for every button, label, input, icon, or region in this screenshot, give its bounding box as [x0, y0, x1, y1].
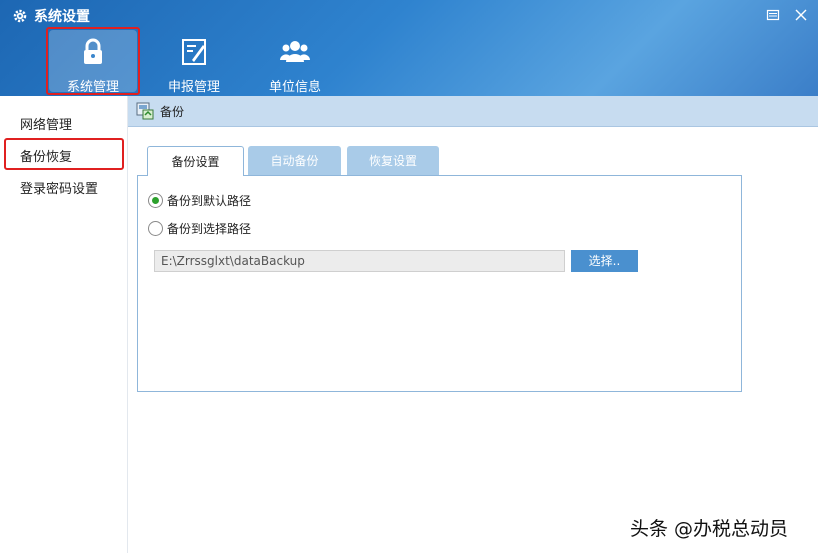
restore-icon[interactable] — [766, 8, 780, 22]
tab-restore-settings[interactable]: 恢复设置 — [347, 146, 439, 176]
tab-auto-backup[interactable]: 自动备份 — [248, 146, 341, 176]
edit-document-icon — [182, 39, 206, 65]
tab-joint — [148, 174, 243, 177]
watermark: 头条 @办税总动员 — [630, 518, 789, 540]
sidebar-item-network[interactable]: 网络管理 — [20, 114, 72, 133]
sidebar-item-login-password[interactable]: 登录密码设置 — [20, 178, 98, 197]
radio-selected-path-label: 备份到选择路径 — [167, 222, 252, 236]
tool-label: 申报管理 — [167, 80, 220, 95]
backup-icon — [136, 102, 154, 120]
backup-path-field[interactable]: E:\Zrrssglxt\dataBackup — [154, 250, 565, 272]
choose-path-button[interactable]: 选择.. — [571, 250, 638, 272]
gear-icon — [13, 9, 27, 23]
window-title-text: 系统设置 — [34, 9, 90, 25]
tool-declaration-management[interactable]: 申报管理 — [150, 30, 238, 95]
users-icon — [280, 41, 310, 62]
window-title: 系统设置 — [12, 6, 90, 26]
tab-backup-settings[interactable]: 备份设置 — [147, 146, 244, 176]
tool-unit-info[interactable]: 单位信息 — [251, 30, 339, 95]
radio-default-path[interactable] — [148, 193, 163, 208]
highlight-box-sidebar — [4, 138, 124, 170]
highlight-box-toolbar — [46, 27, 140, 95]
section-header: 备份 — [128, 96, 818, 127]
section-title: 备份 — [160, 105, 185, 119]
radio-selected-path[interactable] — [148, 221, 163, 236]
tool-label: 单位信息 — [268, 80, 321, 95]
close-icon[interactable] — [794, 8, 808, 22]
radio-default-path-label: 备份到默认路径 — [167, 194, 252, 208]
